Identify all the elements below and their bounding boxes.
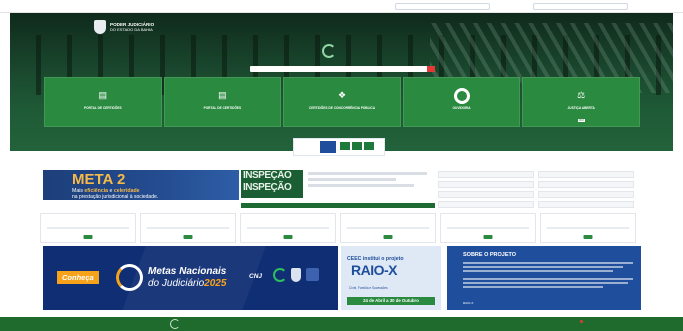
document-icon: ▤: [98, 90, 108, 100]
service-button[interactable]: [83, 235, 93, 239]
notification-dot[interactable]: [580, 320, 583, 323]
service-card[interactable]: [540, 213, 636, 243]
stat-box: [364, 142, 374, 150]
quick-link[interactable]: [538, 181, 634, 188]
card-portal-certidoes-2[interactable]: ▤ PORTAL DE CERTIDÕES: [163, 77, 282, 127]
inspecao-image[interactable]: INSPEÇÃO INSPEÇÃO: [241, 170, 303, 198]
ouvidoria-icon: [453, 88, 470, 104]
document-icon: ▤: [218, 90, 227, 100]
service-row: [40, 213, 640, 243]
raio-subtitle: Cível, Família e Sucessões: [349, 286, 388, 290]
main-search-input[interactable]: [250, 66, 430, 72]
raio-x-banner[interactable]: CEEC institui o projeto RAIO-X Cível, Fa…: [341, 246, 441, 310]
quick-link[interactable]: [538, 191, 634, 198]
service-card[interactable]: [140, 213, 236, 243]
news-more-bar[interactable]: [241, 203, 435, 208]
service-card[interactable]: [240, 213, 336, 243]
metas-nacionais-banner[interactable]: Conheça Metas Nacionais do Judiciário202…: [43, 246, 338, 310]
service-button[interactable]: [583, 235, 593, 239]
certificate-icon: ❖: [337, 90, 347, 100]
quick-link[interactable]: [438, 181, 534, 188]
text-line: [463, 270, 613, 272]
text-line: [463, 266, 623, 268]
card-label: OUVIDORIA: [452, 106, 471, 110]
card-concorrencia-publica[interactable]: ❖ CERTIDÕES DE CONCORRÊNCIA PÚBLICA: [283, 77, 401, 127]
news-item[interactable]: [308, 184, 415, 187]
center-emblem: [322, 44, 336, 58]
cnj-badge: CNJ: [577, 119, 585, 122]
quick-link[interactable]: [438, 171, 534, 178]
sobre-title: SOBRE O PROJETO: [463, 252, 517, 258]
footer-logo-icon: [170, 319, 180, 329]
card-justica-aberta[interactable]: ⚖ JUSTIÇA ABERTA CNJ: [522, 77, 640, 127]
partner-logo-icon: [273, 268, 287, 282]
site-search[interactable]: [533, 3, 628, 10]
utility-bar: [0, 0, 683, 13]
sobre-logo: RAIO-X: [463, 301, 474, 305]
inspecao-word: INSPEÇÃO: [243, 170, 292, 181]
text-line: [463, 282, 628, 284]
service-cards: ▤ PORTAL DE CERTIDÕES ▤ PORTAL DE CERTID…: [44, 77, 640, 127]
footer: [0, 317, 683, 331]
quick-link[interactable]: [538, 171, 634, 178]
service-button[interactable]: [383, 235, 393, 239]
inspecao-word: INSPEÇÃO: [243, 182, 292, 193]
stat-box: [352, 142, 362, 150]
conheca-label: Conheça: [57, 271, 99, 284]
metas-title-line2: do Judiciário2025: [148, 278, 227, 289]
news-item[interactable]: [308, 178, 396, 181]
scales-icon: ⚖: [577, 90, 586, 100]
news-list: [308, 172, 433, 190]
raio-dates: 24 de Abril a 30 de Outubro: [347, 297, 435, 305]
text-line: [463, 286, 603, 288]
metas-logo-icon: [116, 264, 143, 291]
stats-highlight: [320, 141, 336, 153]
crest-icon: [291, 268, 301, 282]
quick-link[interactable]: [438, 201, 534, 208]
card-label: PORTAL DE CERTIDÕES: [203, 106, 242, 110]
meta-line2: na prestação jurisdicional à sociedade.: [72, 194, 159, 200]
service-card[interactable]: [440, 213, 536, 243]
org-state: DO ESTADO DA BAHIA: [110, 27, 153, 32]
card-label: JUSTIÇA ABERTA: [567, 106, 595, 110]
emblem-ring-icon: [322, 44, 336, 58]
service-card[interactable]: [340, 213, 436, 243]
hero-section: PODER JUDICIÁRIO DO ESTADO DA BAHIA ▤ PO…: [10, 13, 673, 151]
service-button[interactable]: [183, 235, 193, 239]
quick-link[interactable]: [438, 191, 534, 198]
meta2-banner[interactable]: META 2 Mais eficiência e celeridade na p…: [43, 170, 239, 200]
sobre-projeto-panel: SOBRE O PROJETO RAIO-X: [447, 246, 641, 310]
cnj-logo: CNJ: [249, 273, 263, 280]
text-line: [463, 278, 633, 280]
site-logo[interactable]: PODER JUDICIÁRIO DO ESTADO DA BAHIA: [94, 20, 154, 34]
quick-access-grid: [438, 171, 634, 208]
service-card[interactable]: [40, 213, 136, 243]
card-ouvidoria[interactable]: OUVIDORIA: [402, 77, 521, 127]
stat-box: [340, 142, 350, 150]
accessibility-search[interactable]: [395, 3, 490, 10]
page: PODER JUDICIÁRIO DO ESTADO DA BAHIA ▤ PO…: [0, 0, 683, 331]
quick-link[interactable]: [538, 201, 634, 208]
meta-title: META 2: [72, 171, 126, 188]
text-line: [463, 262, 633, 264]
search-button[interactable]: [427, 66, 435, 72]
service-button[interactable]: [283, 235, 293, 239]
service-button[interactable]: [483, 235, 493, 239]
card-label: PORTAL DE CERTIDÕES: [83, 106, 122, 110]
partner-logo-icon: [306, 268, 319, 281]
news-item[interactable]: [308, 172, 427, 175]
raio-name: RAIO-X: [351, 262, 398, 278]
card-portal-certidoes-1[interactable]: ▤ PORTAL DE CERTIDÕES: [44, 77, 162, 127]
metas-title-line1: Metas Nacionais: [148, 266, 227, 277]
card-label: CERTIDÕES DE CONCORRÊNCIA PÚBLICA: [308, 106, 376, 110]
stats-banner[interactable]: [293, 138, 385, 156]
crest-icon: [94, 20, 106, 34]
